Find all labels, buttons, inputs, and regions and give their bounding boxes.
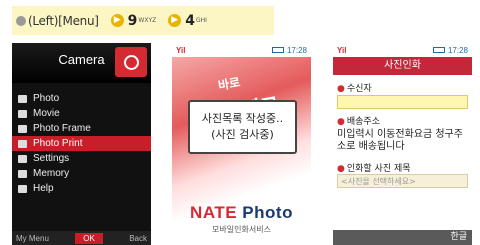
status-bar: Yil 17:28: [333, 43, 472, 57]
menu-item-icon: [18, 124, 27, 133]
camera-icon: [115, 47, 147, 77]
menu-item-label: Help: [33, 183, 54, 194]
camera-menu-item[interactable]: Memory: [12, 166, 151, 181]
recipient-field[interactable]: [337, 95, 468, 109]
loading-dialog: 사진목록 작성중.. (사진 검사중): [188, 100, 297, 154]
camera-menu-item[interactable]: Photo: [12, 91, 151, 106]
camera-menu-item[interactable]: Movie: [12, 106, 151, 121]
print-order-screen: Yil 17:28 사진인화 ● 수신자 ● 배송주소 미입력시 이동전화요금 청구…: [333, 43, 472, 245]
key-9-letters: WXYZ: [138, 16, 157, 24]
photo-title-field[interactable]: <사진을 선택하세요>: [337, 174, 468, 188]
battery-icon: [271, 47, 284, 54]
nate-photo-logo: NATE Photo 모바일인화서비스: [172, 203, 311, 235]
brand-tagline: 모바일인화서비스: [212, 225, 271, 234]
camera-menu-screen: Camera Photo Movie Photo Frame Photo Print S…: [12, 43, 151, 245]
brand-main: NATE: [190, 203, 238, 222]
bullet-icon: ●: [337, 164, 345, 174]
camera-menu-list: Photo Movie Photo Frame Photo Print Settings…: [12, 83, 151, 196]
camera-menu-item[interactable]: Photo Print: [12, 136, 151, 151]
status-time: 17:28: [271, 46, 307, 55]
menu-item-label: Photo: [33, 93, 60, 104]
order-form-title: 사진인화: [333, 57, 472, 75]
menu-item-label: Photo Print: [33, 138, 83, 149]
menu-item-icon: [18, 154, 27, 163]
photo-list-loading-screen: Yil 17:28 바로 찍고 사진목록 작성중.. (사진 검사중) NATE…: [172, 43, 311, 245]
photo-title-label: ● 인화할 사진 제목: [337, 164, 411, 174]
menu-item-icon: [18, 94, 27, 103]
key-sequence-hint: (Left)[Menu] ▶ 9 WXYZ ▶ 4 GHI: [12, 6, 274, 35]
softkey-bar: 한글: [333, 230, 472, 245]
softkey-bar: My Menu OK Back: [12, 231, 151, 245]
loading-message: 사진목록 작성중..: [201, 112, 284, 125]
bullet-icon: ●: [337, 84, 345, 94]
key-9: 9: [127, 12, 138, 29]
address-note: 미입력시 이동전화요금 청구주소로 배송됩니다: [337, 129, 463, 152]
menu-item-label: Memory: [33, 168, 70, 179]
menu-item-icon: [18, 184, 27, 193]
menu-key-label: (Left)[Menu]: [28, 13, 99, 28]
menu-item-label: Photo Frame: [33, 123, 91, 134]
battery-icon: [432, 47, 445, 54]
camera-menu-item[interactable]: Photo Frame: [12, 121, 151, 136]
menu-item-icon: [18, 109, 27, 118]
camera-menu-header: Camera: [12, 43, 151, 83]
menu-item-label: Movie: [33, 108, 60, 119]
menu-item-icon: [18, 139, 27, 148]
brand-sub: Photo: [242, 203, 293, 222]
menu-item-icon: [18, 169, 27, 178]
next-arrow-icon: ▶: [110, 14, 124, 27]
camera-menu-item[interactable]: Settings: [12, 151, 151, 166]
status-time: 17:28: [432, 46, 468, 55]
menu-item-label: Settings: [33, 153, 70, 164]
status-bar: Yil 17:28: [172, 43, 311, 57]
next-arrow-icon: ▶: [168, 14, 182, 27]
camera-menu-item[interactable]: Help: [12, 181, 151, 196]
signal-icon: Yil: [176, 45, 186, 55]
key-4-letters: GHI: [195, 16, 207, 24]
softkey-ok[interactable]: OK: [75, 232, 103, 244]
order-form-body: ● 수신자 ● 배송주소 미입력시 이동전화요금 청구주소로 배송됩니다 ● 인화할 …: [333, 75, 472, 188]
bullet-icon: ●: [337, 117, 345, 127]
screenshot-root: (Left)[Menu] ▶ 9 WXYZ ▶ 4 GHI Camera Pho…: [0, 0, 480, 245]
bullet-icon: [16, 15, 26, 26]
softkey-input-mode[interactable]: 한글: [450, 232, 467, 242]
key-4: 4: [185, 12, 195, 29]
loading-submessage: (사진 검사중): [211, 128, 274, 141]
softkey-back[interactable]: Back: [129, 234, 147, 243]
splash-text-1: 바로: [217, 75, 242, 93]
address-label: ● 배송주소: [337, 117, 380, 127]
softkey-my-menu[interactable]: My Menu: [16, 234, 49, 243]
recipient-label: ● 수신자: [337, 84, 372, 94]
signal-icon: Yil: [337, 45, 347, 55]
